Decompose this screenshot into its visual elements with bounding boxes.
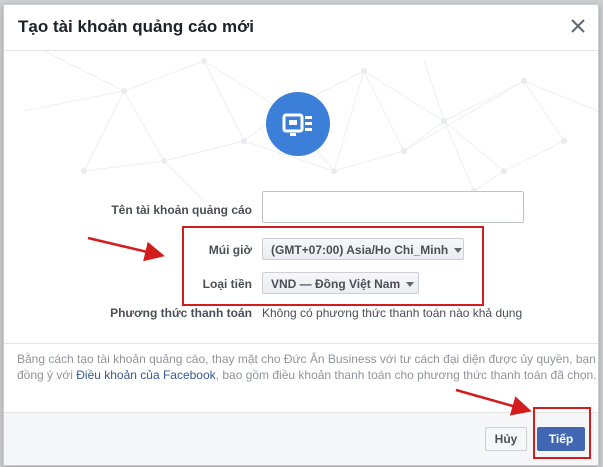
annotation-arrows (87, 236, 532, 416)
annotation-arrow (455, 388, 532, 416)
annotation-arrow (87, 236, 165, 262)
